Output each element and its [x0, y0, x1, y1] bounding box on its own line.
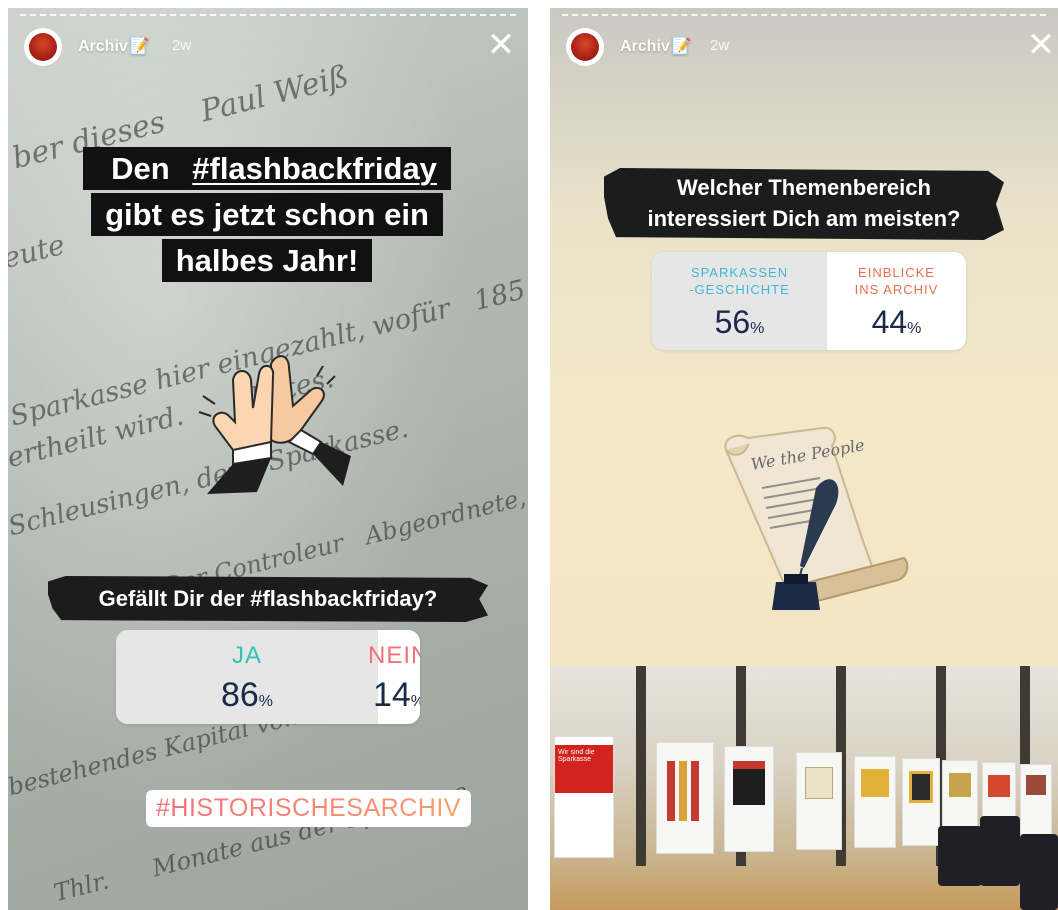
account-name[interactable]: Archiv 📝 — [78, 36, 150, 56]
chair — [938, 826, 982, 886]
window-frame — [636, 666, 646, 866]
story-themenbereich[interactable]: Archiv 📝 2w ✕ Welcher Themenbereich inter… — [550, 8, 1058, 910]
poster — [988, 775, 1010, 797]
story-flashbackfriday[interactable]: ber dieses Paul Weiß eute Pf Sparkasse h… — [8, 8, 528, 910]
poll-option-percent: 14% — [372, 676, 420, 714]
story-progress-bar — [20, 14, 516, 19]
poll-card[interactable]: SPARKASSEN -GESCHICHTE 56% EINBLICKE INS… — [652, 252, 966, 350]
story-progress-bar — [562, 14, 1046, 19]
exhibition-photo: Wir sind die Sparkasse — [550, 666, 1058, 910]
poll-option-label: EINBLICKE INS ARCHIV — [854, 265, 939, 297]
poster — [861, 769, 889, 797]
poll-option-einblicke[interactable]: EINBLICKE INS ARCHIV 44% — [827, 252, 966, 350]
memo-icon: 📝 — [671, 38, 692, 55]
account-avatar[interactable] — [24, 28, 62, 66]
exhibition-panel — [796, 752, 842, 850]
poster — [805, 767, 833, 799]
sparkasse-sign: Wir sind die Sparkasse — [555, 745, 613, 793]
poll-card[interactable]: JA 86% NEIN 14% — [116, 630, 420, 724]
exhibition-panel — [854, 756, 896, 848]
exhibition-panel: Wir sind die Sparkasse — [554, 736, 614, 858]
poll-option-percent: 56% — [714, 304, 765, 340]
poll-option-percent: 44% — [871, 304, 922, 340]
close-icon[interactable]: ✕ — [1026, 28, 1056, 62]
poster — [733, 761, 765, 805]
close-icon[interactable]: ✕ — [486, 28, 516, 62]
chair — [1020, 834, 1058, 910]
poster — [1026, 775, 1046, 795]
poll-question: Welcher Themenbereich interessiert Dich … — [604, 168, 1004, 240]
chair — [980, 816, 1020, 886]
poll-option-nein[interactable]: NEIN 14% — [368, 630, 420, 724]
poll-option-sparkassengeschichte[interactable]: SPARKASSEN -GESCHICHTE 56% — [652, 252, 827, 350]
poster-collage — [667, 761, 703, 821]
account-avatar[interactable] — [566, 28, 604, 66]
post-age: 2w — [172, 37, 192, 54]
headline-hashtag[interactable]: #flashbackfriday — [192, 151, 437, 186]
poster — [949, 773, 971, 797]
poll-option-percent: 86% — [220, 676, 274, 714]
poll-option-label: JA — [231, 642, 262, 669]
exhibition-panel — [656, 742, 714, 854]
poll-question: Gefällt Dir der #flashbackfriday? — [48, 576, 488, 622]
document-quill-icon: We the People — [724, 426, 909, 610]
poll-option-label: NEIN — [368, 642, 420, 669]
exhibition-panel — [902, 758, 940, 846]
account-name[interactable]: Archiv 📝 — [620, 36, 692, 56]
bear-logo-icon — [571, 33, 599, 61]
exhibition-panel — [724, 746, 774, 852]
memo-icon: 📝 — [129, 38, 150, 55]
headline-text: Den #flashbackfriday gibt es jetzt schon… — [52, 146, 482, 284]
poll-option-ja[interactable]: JA 86% — [116, 630, 378, 724]
bear-logo-icon — [29, 33, 57, 61]
clapping-hands-icon — [198, 355, 351, 494]
exhibition-panel — [1020, 764, 1052, 842]
post-age: 2w — [710, 37, 730, 54]
poll-option-label: SPARKASSEN -GESCHICHTE — [689, 265, 790, 297]
hashtag-sticker[interactable]: #HISTORISCHESARCHIV — [146, 790, 471, 827]
poster — [909, 771, 933, 803]
